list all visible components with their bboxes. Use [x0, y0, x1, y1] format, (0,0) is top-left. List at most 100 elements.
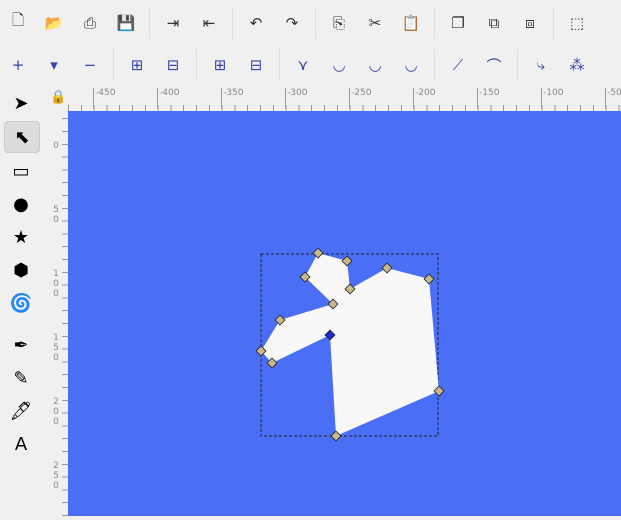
join-nodes-button[interactable]: ⊞	[124, 52, 150, 78]
3dbox-button[interactable]: ⬢	[4, 255, 38, 285]
undo-button[interactable]: ↶	[243, 10, 269, 36]
ruler-label: -250	[349, 88, 371, 108]
symmetric-node-button[interactable]: ◡	[362, 52, 388, 78]
text-button[interactable]: A	[4, 429, 38, 459]
auto-smooth-node-button[interactable]: ◡	[398, 52, 424, 78]
auto-smooth-node-icon: ◡	[404, 56, 418, 74]
cusp-node-icon: ⋎	[297, 56, 309, 74]
duplicate-button[interactable]: ❐	[445, 10, 471, 36]
separator	[149, 6, 150, 39]
calligraphy-icon: 🖋	[9, 400, 33, 422]
path-shape[interactable]	[261, 253, 439, 436]
smooth-node-button[interactable]: ◡	[326, 52, 352, 78]
calligraphy-button[interactable]: 🖋	[4, 396, 38, 426]
print-button[interactable]: ⎙	[77, 10, 103, 36]
break-path-icon: ⊟	[166, 56, 180, 74]
ruler-label: 50	[53, 205, 59, 225]
new-document-icon: 🗋	[11, 11, 25, 29]
stroke-to-path-button[interactable]: ⁂	[564, 52, 590, 78]
separator	[196, 49, 197, 81]
redo-button[interactable]: ↷	[279, 10, 305, 36]
delete-node-icon: −	[83, 56, 97, 74]
selector-button[interactable]: ➤	[4, 88, 38, 118]
join-nodes-icon: ⊞	[130, 56, 144, 74]
spiral-icon: 🌀	[9, 292, 33, 314]
copy-button[interactable]: ⎘	[326, 10, 352, 36]
pen-button[interactable]: ✒	[4, 330, 38, 360]
ruler-label: 250	[53, 461, 59, 491]
symmetric-node-icon: ◡	[368, 56, 382, 74]
rect-button[interactable]: ▭	[4, 156, 38, 186]
clone-icon: ⧉	[488, 13, 500, 32]
join-segment-icon: ⊞	[213, 56, 227, 74]
redo-icon: ↷	[285, 13, 299, 32]
spiral-button[interactable]: 🌀	[4, 288, 38, 318]
object-to-path-button[interactable]: ⤷	[528, 52, 554, 78]
ellipse-button[interactable]: ●	[4, 189, 38, 219]
delete-segment-button[interactable]: ⊟	[243, 52, 269, 78]
pencil-button[interactable]: ✎	[4, 363, 38, 393]
duplicate-icon: ❐	[451, 13, 465, 32]
node-toolbar: + ▾ − ⊞ ⊟ ⊞ ⊟ ⋎ ◡ ◡ ◡ ⟋ ⌒ ⤷ ⁂	[0, 45, 621, 85]
export-button[interactable]: ⇤	[196, 10, 222, 36]
ruler-label: -150	[477, 88, 499, 108]
ruler-label: 200	[53, 397, 59, 427]
separator	[434, 6, 435, 39]
canvas[interactable]	[68, 111, 621, 516]
save-icon: 💾	[116, 13, 136, 32]
separator	[279, 49, 280, 81]
rect-icon: ▭	[12, 160, 30, 182]
import-icon: ⇥	[166, 13, 180, 32]
ruler-label: 0	[53, 141, 59, 151]
ruler-label: -50	[605, 88, 621, 108]
separator	[315, 6, 316, 39]
copy-icon: ⎘	[332, 13, 345, 32]
clone-button[interactable]: ⧉	[481, 10, 507, 36]
vertical-ruler[interactable]: 0 50 100 150 200 250	[49, 111, 68, 516]
lock-icon[interactable]: 🔒	[50, 90, 66, 105]
commands-toolbar: 🗋 📂 ⎙ 💾 ⇥ ⇤ ↶ ↷ ⎘ ✂ 📋 ❐ ⧉ ⧈ ⬚	[0, 0, 621, 45]
delete-node-button[interactable]: −	[77, 52, 103, 78]
break-path-button[interactable]: ⊟	[160, 52, 186, 78]
open-button[interactable]: 📂	[41, 10, 67, 36]
insert-dropdown-button[interactable]: ▾	[41, 52, 67, 78]
star-icon: ★	[12, 226, 30, 248]
zoom-selection-icon: ⬚	[569, 13, 585, 32]
separator	[434, 49, 435, 81]
horizontal-ruler[interactable]: -450 -400 -350 -300 -250 -200 -150 -100 -50	[68, 85, 621, 111]
export-icon: ⇤	[202, 13, 216, 32]
separator	[517, 49, 518, 81]
print-icon: ⎙	[83, 13, 96, 32]
ruler-label: -200	[413, 88, 435, 108]
3dbox-icon: ⬢	[13, 259, 29, 281]
save-button[interactable]: 💾	[113, 10, 139, 36]
segment-curve-button[interactable]: ⌒	[481, 52, 507, 78]
ruler-label: -100	[541, 88, 563, 108]
insert-dropdown-icon: ▾	[50, 56, 58, 74]
insert-node-button[interactable]: +	[5, 52, 31, 78]
join-segment-button[interactable]: ⊞	[207, 52, 233, 78]
cut-button[interactable]: ✂	[362, 10, 388, 36]
node-button[interactable]: ⬉	[4, 121, 40, 153]
ruler-label: -350	[221, 88, 243, 108]
segment-line-icon: ⟋	[452, 56, 464, 74]
separator	[232, 6, 233, 39]
ruler-label: -300	[285, 88, 307, 108]
segment-line-button[interactable]: ⟋	[445, 52, 471, 78]
paste-icon: 📋	[401, 13, 421, 32]
unlink-clone-button[interactable]: ⧈	[517, 10, 543, 36]
import-button[interactable]: ⇥	[160, 10, 186, 36]
paste-button[interactable]: 📋	[398, 10, 424, 36]
ellipse-icon: ●	[13, 193, 29, 215]
undo-icon: ↶	[249, 13, 263, 32]
cut-icon: ✂	[368, 13, 382, 32]
stroke-to-path-icon: ⁂	[569, 56, 585, 74]
ruler-label: 100	[53, 269, 59, 299]
zoom-selection-button[interactable]: ⬚	[564, 10, 590, 36]
pen-icon: ✒	[13, 334, 29, 356]
ruler-label: -400	[157, 88, 179, 108]
selector-icon: ➤	[13, 92, 29, 114]
new-document-button[interactable]: 🗋	[5, 10, 31, 36]
star-button[interactable]: ★	[4, 222, 38, 252]
cusp-node-button[interactable]: ⋎	[290, 52, 316, 78]
